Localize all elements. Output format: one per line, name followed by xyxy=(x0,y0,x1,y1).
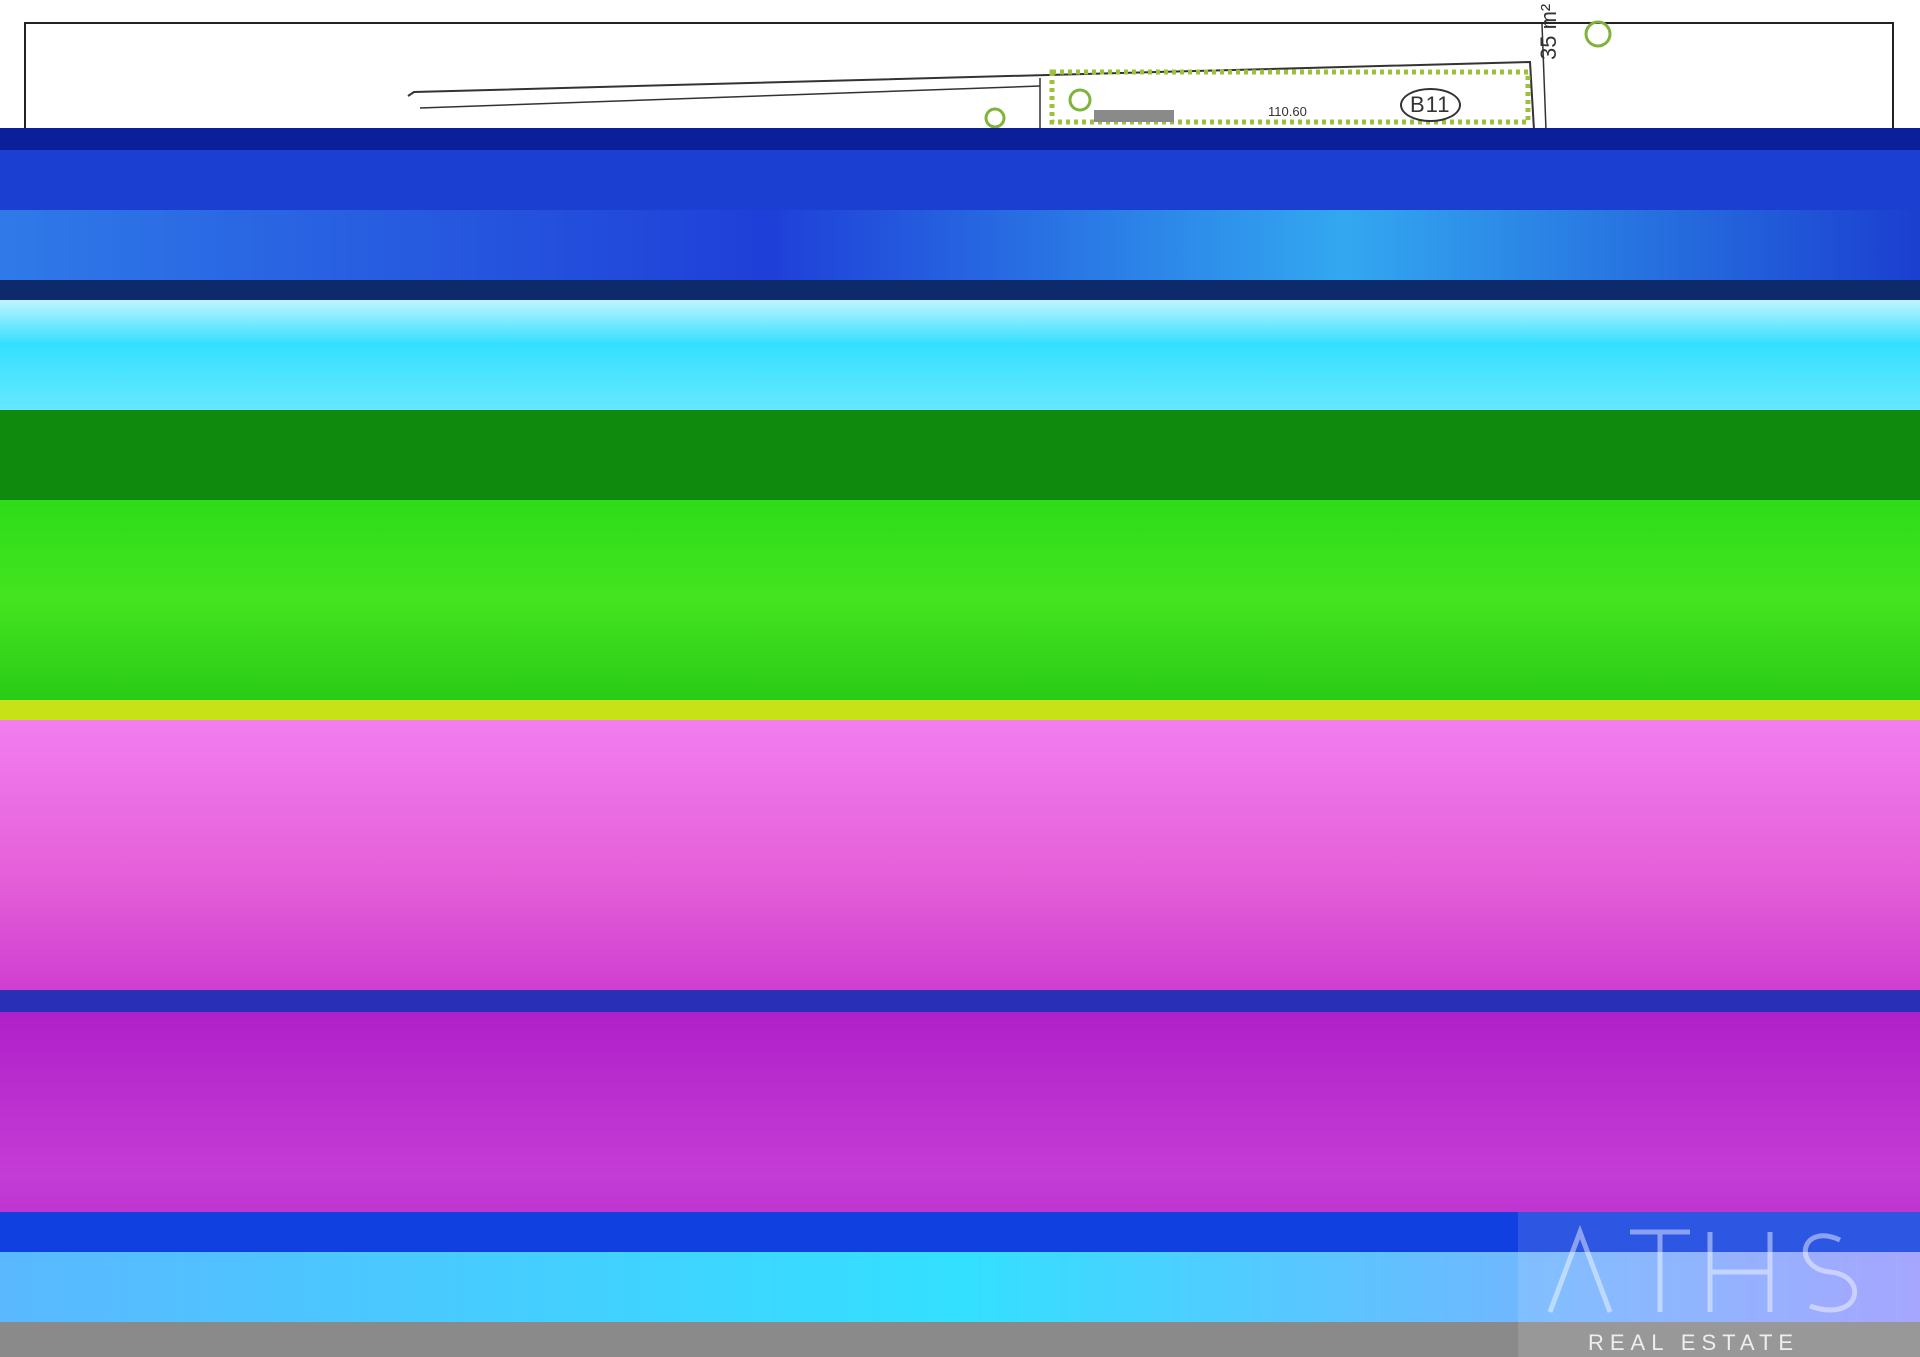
plot-label: B11 xyxy=(1400,88,1461,122)
glitch-band-blue-stripe xyxy=(0,990,1920,1012)
plant-icon xyxy=(1584,20,1612,48)
hatched-area xyxy=(1094,110,1174,122)
floor-plan-drawing xyxy=(407,20,1612,130)
glitch-band-mixed xyxy=(0,210,1920,280)
glitch-band-dark xyxy=(0,280,1920,300)
glitch-band-pink xyxy=(0,720,1920,990)
watermark-tagline: REAL ESTATE xyxy=(1588,1330,1800,1355)
glitch-band-cyan xyxy=(0,300,1920,410)
glitch-band-blue xyxy=(0,128,1920,150)
area-label: 35 m² xyxy=(1536,3,1561,60)
dimension-label: 110.60 xyxy=(1268,104,1307,119)
glitch-band-yellow-green xyxy=(0,700,1920,720)
glitch-band-dark-green xyxy=(0,410,1920,500)
company-logo xyxy=(1547,1224,1858,1313)
corrupted-image-region xyxy=(0,128,1920,1357)
plant-icon xyxy=(984,107,1006,129)
glitch-band-blue xyxy=(0,150,1920,210)
floor-plan-sheet: B11 35 m² 110.60 xyxy=(0,0,1920,142)
plant-icon xyxy=(1068,88,1092,112)
glitch-band-green xyxy=(0,500,1920,700)
